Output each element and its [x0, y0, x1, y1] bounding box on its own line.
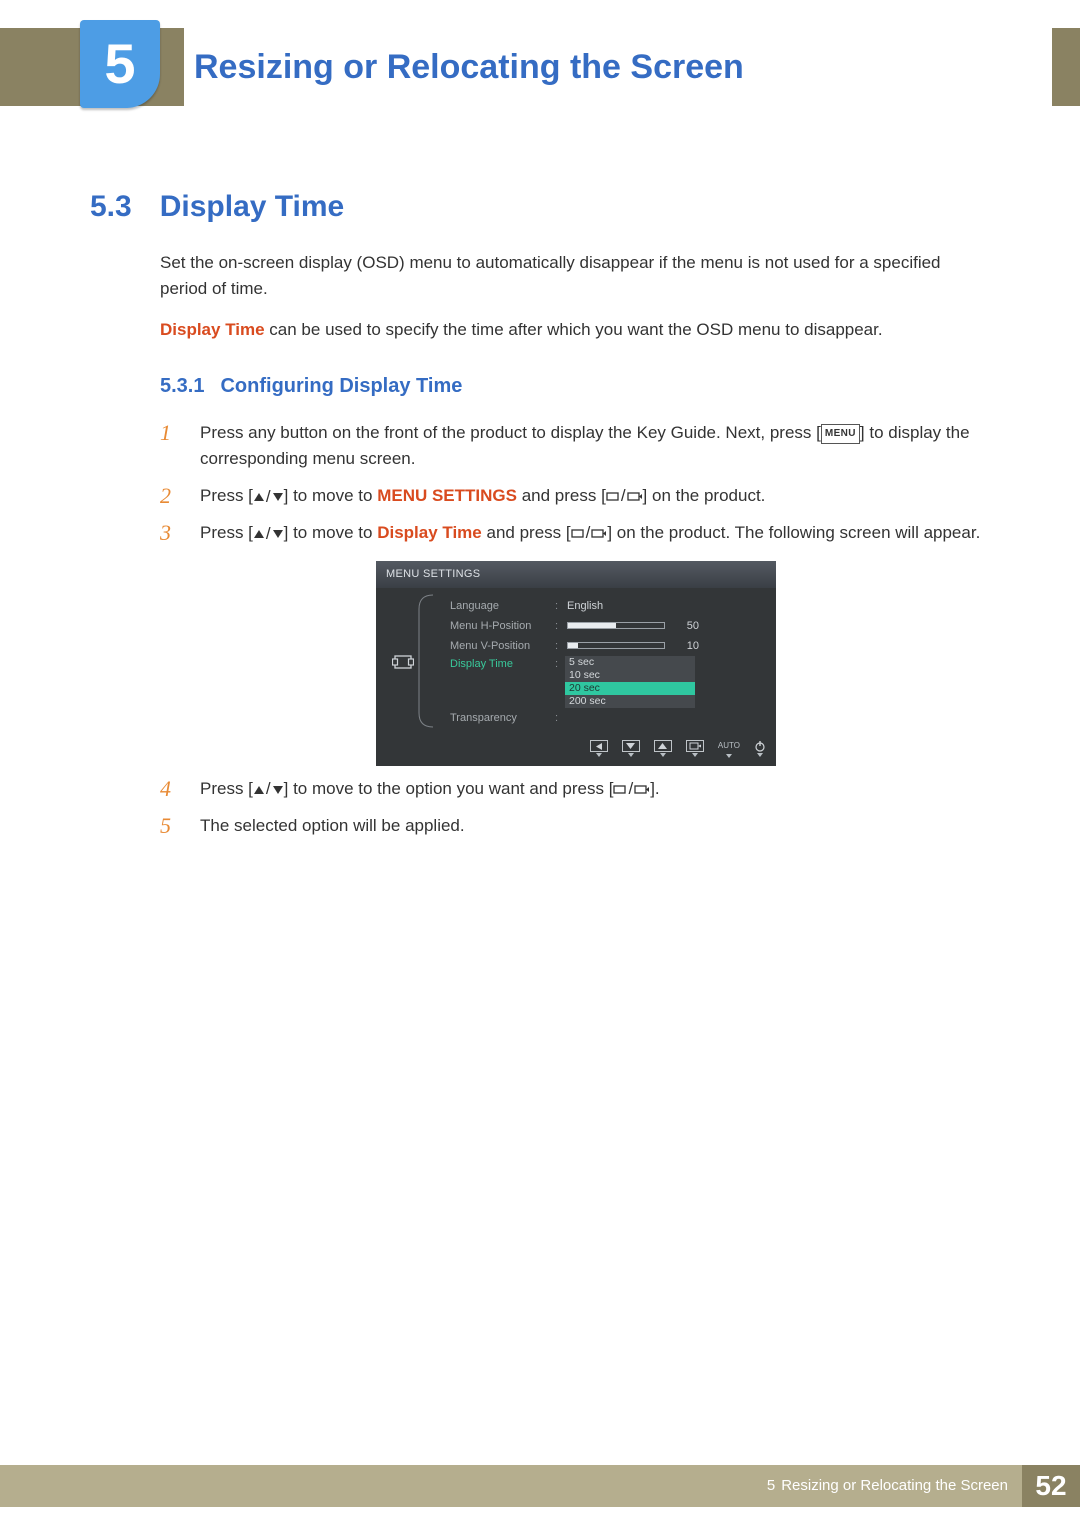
step-text: Press [: [200, 779, 253, 798]
step-text: and press [: [517, 486, 606, 505]
osd-label: Menu H-Position: [450, 618, 555, 635]
up-down-keys-icon: /: [253, 521, 284, 547]
highlight-menu-settings: MENU SETTINGS: [377, 486, 517, 505]
osd-row-transparency: Transparency :: [450, 708, 768, 728]
step-text: ] on the product.: [643, 486, 766, 505]
highlight-display-time: Display Time: [160, 320, 265, 339]
section-title: Display Time: [160, 184, 345, 231]
up-down-keys-icon: /: [253, 484, 284, 510]
osd-power-button: [754, 740, 766, 757]
step-body: Press [/] to move to the option you want…: [200, 776, 992, 803]
osd-title: MENU SETTINGS: [376, 561, 776, 588]
step-text: ] to move to: [284, 486, 378, 505]
section-number: 5.3: [90, 184, 132, 231]
subsection-title: Configuring Display Time: [220, 371, 462, 402]
step-body: Press any button on the front of the pro…: [200, 420, 992, 473]
footer-chapter-ref: 5 Resizing or Relocating the Screen: [753, 1465, 1022, 1507]
power-icon: [754, 740, 766, 752]
step-4: 4 Press [/] to move to the option you wa…: [160, 776, 992, 803]
osd-label: Language: [450, 598, 555, 615]
footer-band: 5 Resizing or Relocating the Screen 52: [0, 1465, 1080, 1507]
intro-2-rest: can be used to specify the time after wh…: [265, 320, 883, 339]
step-3: 3 Press [/] to move to Display Time and …: [160, 520, 992, 547]
subsection-heading: 5.3.1 Configuring Display Time: [160, 371, 992, 402]
footer-chapter-title: Resizing or Relocating the Screen: [781, 1474, 1008, 1497]
step-number: 2: [160, 483, 182, 510]
osd-slider: 50: [565, 618, 768, 635]
osd-row-hpos: Menu H-Position : 50: [450, 616, 768, 636]
osd-option-selected: 20 sec: [565, 682, 695, 695]
osd-value: English: [565, 598, 768, 615]
osd-category-icon: [392, 653, 414, 671]
intro-paragraph-1: Set the on-screen display (OSD) menu to …: [160, 250, 992, 303]
step-2: 2 Press [/] to move to MENU SETTINGS and…: [160, 483, 992, 510]
step-text: ] to move to: [284, 523, 378, 542]
osd-row-vpos: Menu V-Position : 10: [450, 636, 768, 656]
osd-auto-label: AUTO: [718, 740, 740, 752]
intro-paragraph-2: Display Time can be used to specify the …: [160, 317, 992, 343]
step-text: ] to move to the option you want and pre…: [284, 779, 614, 798]
step-body: Press [/] to move to MENU SETTINGS and p…: [200, 483, 992, 510]
step-list-cont: 4 Press [/] to move to the option you wa…: [160, 776, 992, 840]
step-text: Press [: [200, 523, 253, 542]
osd-dropdown: 5 sec 10 sec 20 sec 200 sec: [565, 656, 768, 708]
osd-panel: MENU SETTINGS Language : English: [376, 561, 776, 765]
select-enter-keys-icon: /: [571, 520, 608, 546]
osd-down-button: [622, 740, 640, 757]
step-5: 5 The selected option will be applied.: [160, 813, 992, 839]
step-1: 1 Press any button on the front of the p…: [160, 420, 992, 473]
step-body: Press [/] to move to Display Time and pr…: [200, 520, 992, 547]
osd-footer-buttons: AUTO: [376, 734, 776, 765]
osd-row-language: Language : English: [450, 596, 768, 616]
step-text: ].: [650, 779, 659, 798]
select-enter-keys-icon: /: [613, 776, 650, 802]
osd-option: 5 sec: [565, 656, 695, 669]
chapter-number-badge: 5: [80, 20, 160, 108]
osd-slider: 10: [565, 638, 768, 655]
section-heading: 5.3 Display Time: [90, 184, 344, 231]
osd-enter-button: [686, 740, 704, 757]
osd-label: Menu V-Position: [450, 638, 555, 655]
footer-chapter-number: 5: [767, 1474, 775, 1497]
osd-label: Transparency: [450, 710, 555, 727]
content-area: Set the on-screen display (OSD) menu to …: [160, 250, 992, 849]
step-number: 4: [160, 776, 182, 803]
step-number: 3: [160, 520, 182, 547]
osd-screenshot: MENU SETTINGS Language : English: [160, 561, 992, 765]
menu-key-icon: MENU: [821, 424, 860, 444]
step-number: 1: [160, 420, 182, 473]
osd-value: 50: [671, 618, 699, 635]
osd-option: 200 sec: [565, 695, 695, 708]
select-enter-keys-icon: /: [606, 483, 643, 509]
osd-row-display-time: Display Time : 5 sec 10 sec 20 sec 200 s…: [450, 656, 768, 708]
osd-settings-list: Language : English Menu H-Position : 50 …: [422, 596, 768, 728]
step-text: Press [: [200, 486, 253, 505]
osd-option: 10 sec: [565, 669, 695, 682]
step-text: and press [: [482, 523, 571, 542]
chapter-title: Resizing or Relocating the Screen: [184, 28, 1052, 106]
step-text: ] on the product. The following screen w…: [607, 523, 980, 542]
step-list: 1 Press any button on the front of the p…: [160, 420, 992, 547]
osd-auto-button: AUTO: [718, 740, 740, 757]
highlight-display-time: Display Time: [377, 523, 482, 542]
step-number: 5: [160, 813, 182, 839]
subsection-number: 5.3.1: [160, 371, 204, 402]
osd-label-active: Display Time: [450, 656, 555, 673]
osd-value: 10: [671, 638, 699, 655]
step-body: The selected option will be applied.: [200, 813, 992, 839]
footer-page-number: 52: [1022, 1465, 1080, 1507]
osd-up-button: [654, 740, 672, 757]
step-text: Press any button on the front of the pro…: [200, 423, 821, 442]
up-down-keys-icon: /: [253, 776, 284, 802]
osd-back-button: [590, 740, 608, 757]
